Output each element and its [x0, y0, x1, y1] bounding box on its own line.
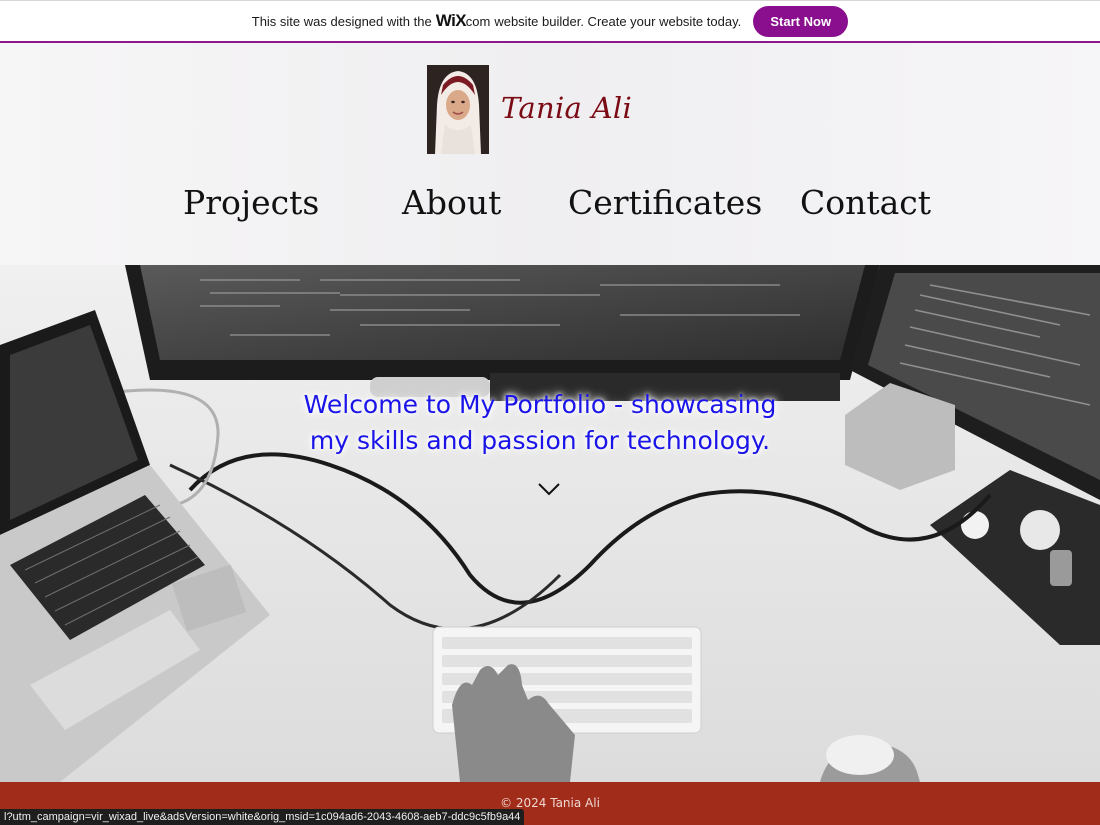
start-now-button[interactable]: Start Now — [753, 5, 849, 37]
banner-text-after: website builder. Create your website tod… — [494, 14, 742, 29]
hero-section: Welcome to My Portfolio - showcasing my … — [0, 265, 1100, 782]
banner-message: This site was designed with the WiX.com … — [252, 11, 741, 31]
nav-about[interactable]: About — [402, 183, 501, 222]
wix-logo[interactable]: WiX.com — [436, 11, 491, 31]
wix-logo-suffix: .com — [462, 14, 491, 29]
hero-headline: Welcome to My Portfolio - showcasing my … — [250, 387, 830, 459]
banner-text-before: This site was designed with the — [251, 14, 432, 29]
main-nav: Projects About Certificates Contact — [0, 183, 1100, 233]
hero-background-image — [0, 265, 1100, 782]
wix-promo-banner: This site was designed with the WiX.com … — [0, 0, 1100, 43]
browser-status-url: l?utm_campaign=vir_wixad_live&adsVersion… — [0, 809, 525, 825]
profile-photo[interactable] — [427, 65, 489, 154]
hero-headline-line2: my skills and passion for technology. — [309, 426, 771, 455]
site-header: Tania Ali Projects About Certificates Co… — [0, 43, 1100, 265]
site-name[interactable]: Tania Ali — [501, 91, 632, 125]
hero-headline-line1: Welcome to My Portfolio - showcasing — [303, 390, 777, 419]
nav-contact[interactable]: Contact — [800, 183, 931, 222]
copyright-text: © 2024 Tania Ali — [500, 795, 600, 810]
nav-certificates[interactable]: Certificates — [568, 183, 762, 222]
chevron-down-icon[interactable] — [535, 479, 563, 499]
nav-projects[interactable]: Projects — [183, 183, 319, 222]
